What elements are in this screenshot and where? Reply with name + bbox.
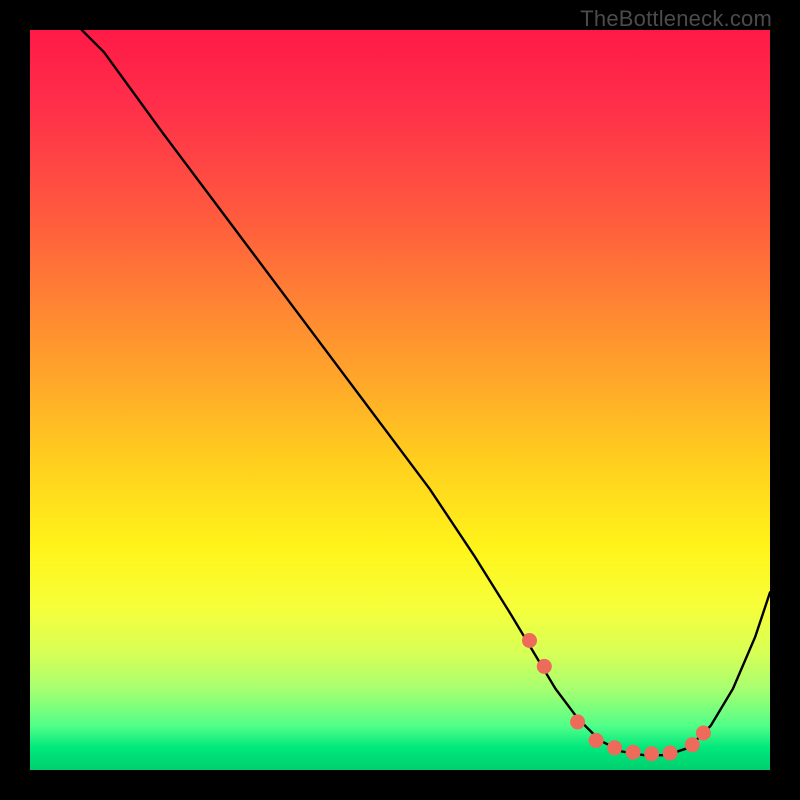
curve-marker xyxy=(570,714,585,729)
curve-marker xyxy=(644,746,659,761)
curve-marker xyxy=(537,659,552,674)
curve-marker xyxy=(522,633,537,648)
curve-marker xyxy=(626,745,641,760)
curve-marker xyxy=(685,737,700,752)
curve-marker xyxy=(607,740,622,755)
curve-svg xyxy=(30,30,770,770)
plot-area xyxy=(30,30,770,770)
chart-stage: TheBottleneck.com xyxy=(0,0,800,800)
curve-marker xyxy=(696,726,711,741)
marker-group xyxy=(522,633,711,761)
curve-marker xyxy=(589,733,604,748)
bottleneck-curve xyxy=(82,30,770,755)
curve-marker xyxy=(663,746,678,761)
watermark-text: TheBottleneck.com xyxy=(580,6,772,32)
